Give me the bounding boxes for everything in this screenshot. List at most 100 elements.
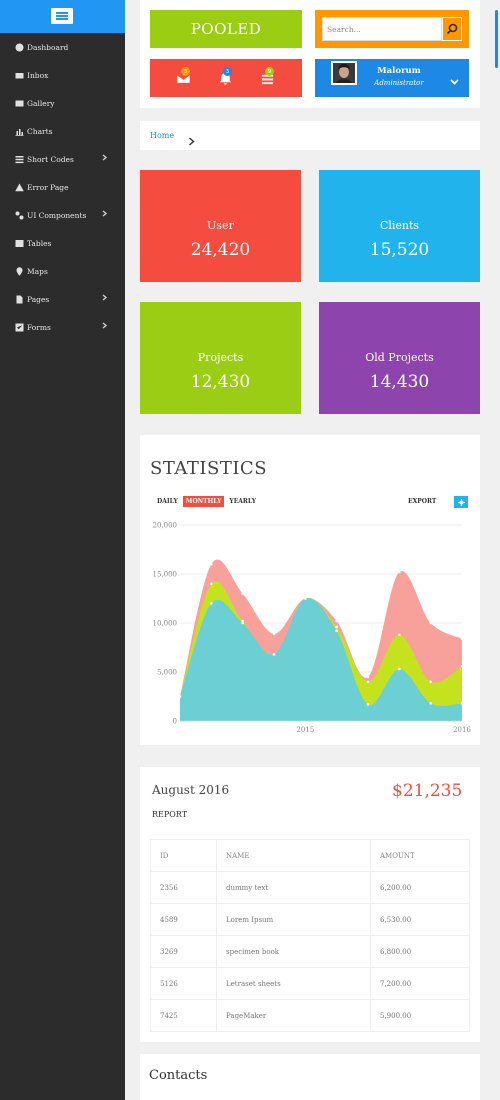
data-point: [304, 597, 307, 600]
sidebar-item-label: Inbox: [27, 70, 49, 80]
chevron-down-icon: [450, 79, 459, 85]
data-point: [210, 562, 213, 566]
gear-icon: [457, 498, 465, 506]
tab-yearly[interactable]: YEARLY: [226, 496, 259, 507]
cell-amount: 6,800.00: [370, 935, 470, 968]
data-point: [210, 582, 213, 586]
scrollbar-thumb[interactable]: [495, 10, 498, 68]
table-row: 7425 PageMaker 5,900.00: [150, 999, 470, 1032]
sidebar-item-forms[interactable]: Forms: [0, 313, 125, 341]
sidebar-item-error-page[interactable]: Error Page: [0, 173, 125, 201]
chevron-right-icon: [189, 137, 195, 146]
y-tick-label: 20,000: [153, 522, 178, 530]
profile-name: Malorum: [377, 66, 421, 76]
search-box: [315, 10, 469, 48]
search-button[interactable]: [442, 17, 462, 41]
tile-value: 12,430: [190, 372, 251, 392]
alerts-notification[interactable]: 3: [216, 67, 234, 87]
tab-daily[interactable]: DAILY: [154, 496, 181, 507]
sidebar-item-maps[interactable]: Maps: [0, 257, 125, 285]
export-label: EXPORT: [408, 498, 437, 505]
sidebar-item-label: Gallery: [27, 98, 55, 108]
menu-toggle-button[interactable]: [51, 8, 73, 24]
notification-badge: 9: [265, 67, 274, 76]
data-point: [460, 702, 464, 705]
sidebar-nav: Dashboard Inbox Gallery Charts Short Codes Er…: [0, 33, 125, 341]
dashboard-icon: [15, 43, 24, 52]
sidebar-item-dashboard[interactable]: Dashboard: [0, 33, 125, 61]
bar-chart-icon: [15, 127, 24, 136]
tile-value: 14,430: [369, 372, 430, 392]
sidebar-item-ui-components[interactable]: UI Components: [0, 201, 125, 229]
notification-badge: 3: [223, 67, 232, 76]
data-point: [335, 625, 338, 629]
sidebar-item-label: Error Page: [27, 182, 69, 192]
report-table: ID NAME AMOUNT 2356 dummy text 6,200.00 458…: [150, 839, 470, 1032]
table-header-row: ID NAME AMOUNT: [150, 839, 470, 872]
data-point: [429, 702, 432, 705]
cell-id: 2356: [150, 871, 217, 904]
data-point: [366, 703, 370, 706]
data-point: [272, 653, 276, 656]
statistics-panel: STATISTICS DAILY MONTHLY YEARLY EXPORT 0…: [140, 435, 480, 745]
map-marker-icon: [15, 266, 24, 276]
sidebar-item-inbox[interactable]: Inbox: [0, 61, 125, 89]
y-tick-label: 5,000: [157, 669, 177, 677]
chevron-right-icon: [101, 322, 108, 329]
avatar: [331, 61, 357, 85]
table-row: 4589 Lorem Ipsum 6,530.00: [150, 903, 470, 936]
cell-amount: 6,200.00: [370, 871, 470, 904]
sidebar-item-label: Dashboard: [27, 42, 69, 52]
notification-bar: 3 3 9: [150, 59, 302, 97]
envelope-icon: [15, 71, 24, 80]
sidebar-item-short-codes[interactable]: Short Codes: [0, 145, 125, 173]
sidebar-item-charts[interactable]: Charts: [0, 117, 125, 145]
cell-amount: 6,530.00: [370, 903, 470, 936]
cell-name: Letraset sheets: [216, 967, 371, 1000]
profile-menu[interactable]: Malorum Administrator: [315, 59, 469, 97]
tab-monthly[interactable]: MONTHLY: [182, 496, 225, 507]
profile-role: Administrator: [374, 79, 424, 87]
cell-amount: 5,900.00: [370, 999, 470, 1032]
report-label: REPORT: [152, 810, 188, 819]
y-tick-label: 15,000: [153, 571, 178, 579]
data-point: [335, 629, 338, 633]
x-tick-label: 2016: [453, 726, 471, 734]
data-point: [398, 570, 401, 574]
report-total: $21,235: [392, 781, 463, 801]
file-icon: [15, 295, 24, 304]
cell-name: specimen book: [216, 935, 371, 968]
breadcrumb-home-link[interactable]: Home: [150, 131, 174, 140]
column-header-name: NAME: [216, 839, 371, 872]
sidebar-item-label: Forms: [27, 322, 51, 332]
top-bar: POOLED 3 3 9 Malorum Ad: [140, 0, 480, 108]
messages-notification[interactable]: 3: [174, 67, 192, 87]
cell-name: Lorem Ipsum: [216, 903, 371, 936]
table-icon: [15, 239, 24, 248]
stat-tile-projects: Projects 12,430: [140, 302, 301, 414]
sidebar-item-label: Maps: [27, 266, 48, 276]
data-point: [178, 695, 182, 698]
logo[interactable]: POOLED: [150, 10, 302, 48]
sidebar-item-label: Short Codes: [27, 154, 74, 164]
data-point: [429, 680, 432, 684]
tile-value: 24,420: [190, 240, 251, 260]
search-input[interactable]: [322, 17, 442, 41]
sidebar-item-label: Tables: [27, 238, 52, 248]
sidebar-item-tables[interactable]: Tables: [0, 229, 125, 257]
sidebar-item-gallery[interactable]: Gallery: [0, 89, 125, 117]
data-point: [460, 637, 464, 640]
export-button[interactable]: [454, 496, 468, 508]
cell-id: 5126: [150, 967, 217, 1000]
stat-tile-clients: Clients 15,520: [319, 170, 480, 282]
y-tick-label: 0: [173, 718, 177, 726]
sidebar-item-label: Charts: [27, 126, 53, 136]
cogs-icon: [15, 211, 24, 220]
tasks-notification[interactable]: 9: [258, 67, 276, 87]
tile-label: Old Projects: [365, 351, 434, 364]
notification-badge: 3: [181, 67, 190, 76]
sidebar-item-pages[interactable]: Pages: [0, 285, 125, 313]
cell-name: PageMaker: [216, 999, 371, 1032]
sidebar-item-label: UI Components: [27, 210, 87, 220]
column-header-id: ID: [150, 839, 217, 872]
